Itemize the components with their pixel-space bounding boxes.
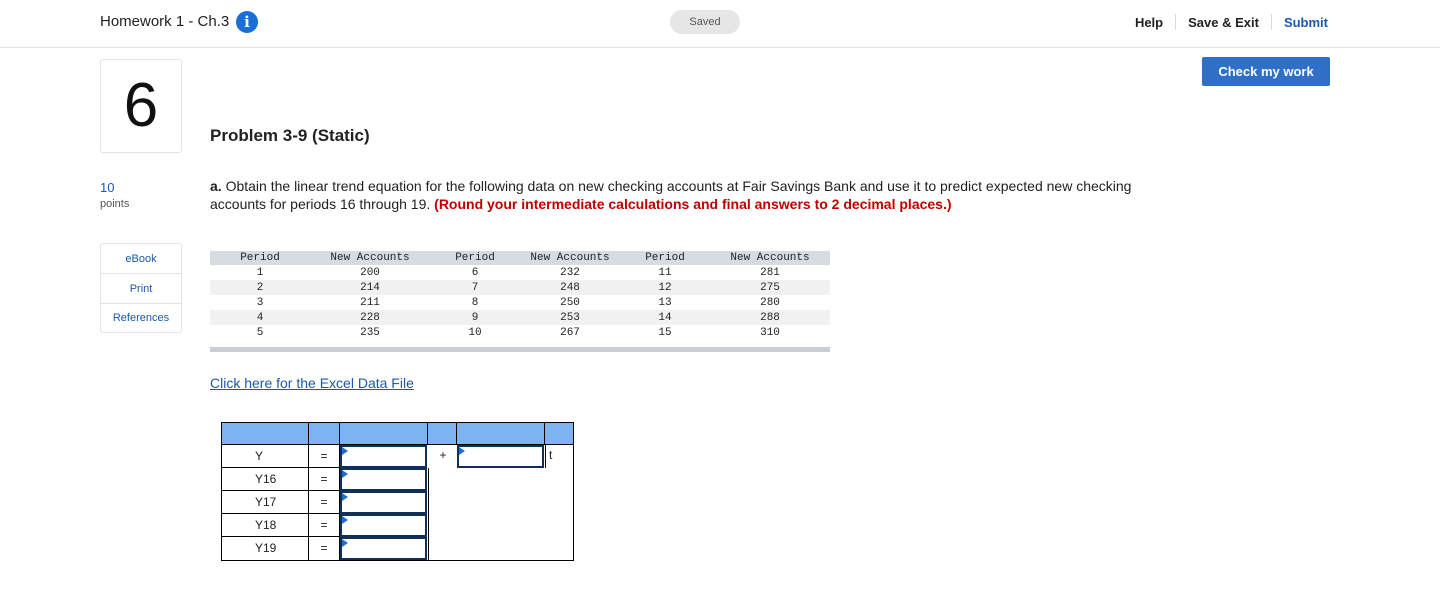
divider xyxy=(339,423,340,445)
info-icon[interactable]: i xyxy=(236,11,258,33)
equals-sign: = xyxy=(309,445,340,468)
table-cell: 248 xyxy=(520,280,620,295)
table-row: 4 228 9 253 14 288 xyxy=(210,310,830,325)
table-cell: 1 xyxy=(256,266,264,279)
column-header: New Accounts xyxy=(520,251,620,265)
table-cell: 3 xyxy=(256,296,264,309)
y18-input[interactable] xyxy=(340,514,427,537)
table-cell: 10 xyxy=(468,326,482,339)
table-cell: 235 xyxy=(360,326,380,339)
table-cell: 281 xyxy=(760,266,780,279)
y17-field[interactable] xyxy=(342,493,425,512)
y16-input[interactable] xyxy=(340,468,427,491)
question-text: a. Obtain the linear trend equation for … xyxy=(210,177,1145,213)
intercept-field[interactable] xyxy=(342,447,425,466)
question-number: 6 xyxy=(100,59,182,153)
references-link[interactable]: References xyxy=(101,304,181,332)
table-cell: 14 xyxy=(620,310,710,325)
table-cell: 8 xyxy=(471,296,479,309)
points-value: 10 xyxy=(100,180,115,195)
divider xyxy=(456,423,457,445)
print-link[interactable]: Print xyxy=(101,274,181,304)
row-label: Y18 xyxy=(222,514,309,537)
part-label: a. xyxy=(210,178,222,194)
slope-input[interactable] xyxy=(457,445,544,468)
table-cell: 288 xyxy=(710,310,830,325)
table-row: 1 200 6 232 11 281 xyxy=(210,265,830,280)
table-cell: 211 xyxy=(360,296,380,309)
table-cell: 200 xyxy=(360,266,380,279)
table-cell: 7 xyxy=(430,280,520,295)
table-cell: 253 xyxy=(520,310,620,325)
table-cell: 267 xyxy=(560,326,580,339)
data-table: Period New Accounts Period New Accounts … xyxy=(210,251,830,340)
equals-sign: = xyxy=(309,514,340,537)
table-row: 3 211 8 250 13 280 xyxy=(210,295,830,310)
column-header: New Accounts xyxy=(310,251,430,265)
y19-field[interactable] xyxy=(342,539,425,558)
y19-input[interactable] xyxy=(340,537,427,560)
table-cell: 11 xyxy=(658,266,672,279)
table-cell: 250 xyxy=(560,296,580,309)
rounding-instruction: (Round your intermediate calculations an… xyxy=(434,196,952,212)
divider xyxy=(427,423,428,445)
table-cell: 214 xyxy=(310,280,430,295)
t-label: t xyxy=(545,445,573,468)
check-my-work-button[interactable]: Check my work xyxy=(1202,57,1330,86)
answer-table-header xyxy=(222,423,573,445)
table-bottom-border xyxy=(210,347,830,352)
answer-table: Y = + t Y16 = Y17 = Y18 = Y19 = xyxy=(221,422,574,561)
table-cell: 15 xyxy=(658,326,672,339)
table-cell: 9 xyxy=(430,310,520,325)
table-row: 5 235 10 267 15 310 xyxy=(210,325,830,340)
table-cell: 12 xyxy=(620,280,710,295)
column-header: New Accounts xyxy=(710,251,830,265)
table-cell: 232 xyxy=(560,266,580,279)
top-bar: Homework 1 - Ch.3 i Saved Help Save & Ex… xyxy=(0,0,1440,48)
table-cell: 275 xyxy=(710,280,830,295)
y16-field[interactable] xyxy=(342,470,425,489)
ebook-link[interactable]: eBook xyxy=(101,244,181,274)
table-cell: 310 xyxy=(760,326,780,339)
problem-title: Problem 3-9 (Static) xyxy=(210,126,370,145)
row-label: Y xyxy=(222,445,309,468)
answer-row-y: Y = + t xyxy=(222,445,573,468)
submit-link[interactable]: Submit xyxy=(1272,15,1330,30)
equals-sign: = xyxy=(309,468,340,491)
table-cell: 280 xyxy=(760,296,780,309)
slope-field[interactable] xyxy=(459,447,542,466)
divider xyxy=(544,423,545,445)
save-exit-link[interactable]: Save & Exit xyxy=(1176,15,1271,30)
row-label: Y17 xyxy=(222,491,309,514)
side-menu: eBook Print References xyxy=(100,243,182,333)
saved-status-badge: Saved xyxy=(670,10,740,34)
column-header: Period xyxy=(210,251,310,265)
assignment-title: Homework 1 - Ch.3 xyxy=(100,13,230,30)
intercept-input[interactable] xyxy=(340,445,427,468)
row-label: Y19 xyxy=(222,537,309,560)
column-header: Period xyxy=(620,251,710,265)
points-label: points xyxy=(100,198,130,210)
table-cell: 4 xyxy=(210,310,310,325)
row-label: Y16 xyxy=(222,468,309,491)
table-cell: 2 xyxy=(210,280,310,295)
table-header-row: Period New Accounts Period New Accounts … xyxy=(210,251,830,265)
help-link[interactable]: Help xyxy=(1123,15,1175,30)
y17-input[interactable] xyxy=(340,491,427,514)
y18-field[interactable] xyxy=(342,516,425,535)
table-cell: 5 xyxy=(256,326,264,339)
excel-data-file-link[interactable]: Click here for the Excel Data File xyxy=(210,375,414,391)
header-actions: Help Save & Exit Submit xyxy=(1123,14,1330,30)
equals-sign: = xyxy=(309,491,340,514)
empty-cell-area xyxy=(428,468,573,560)
plus-sign: + xyxy=(439,448,447,462)
table-cell: 228 xyxy=(310,310,430,325)
equals-sign: = xyxy=(309,537,340,560)
table-cell: 6 xyxy=(471,266,479,279)
table-cell: 13 xyxy=(658,296,672,309)
table-row: 2 214 7 248 12 275 xyxy=(210,280,830,295)
column-header: Period xyxy=(430,251,520,265)
divider xyxy=(308,423,309,445)
